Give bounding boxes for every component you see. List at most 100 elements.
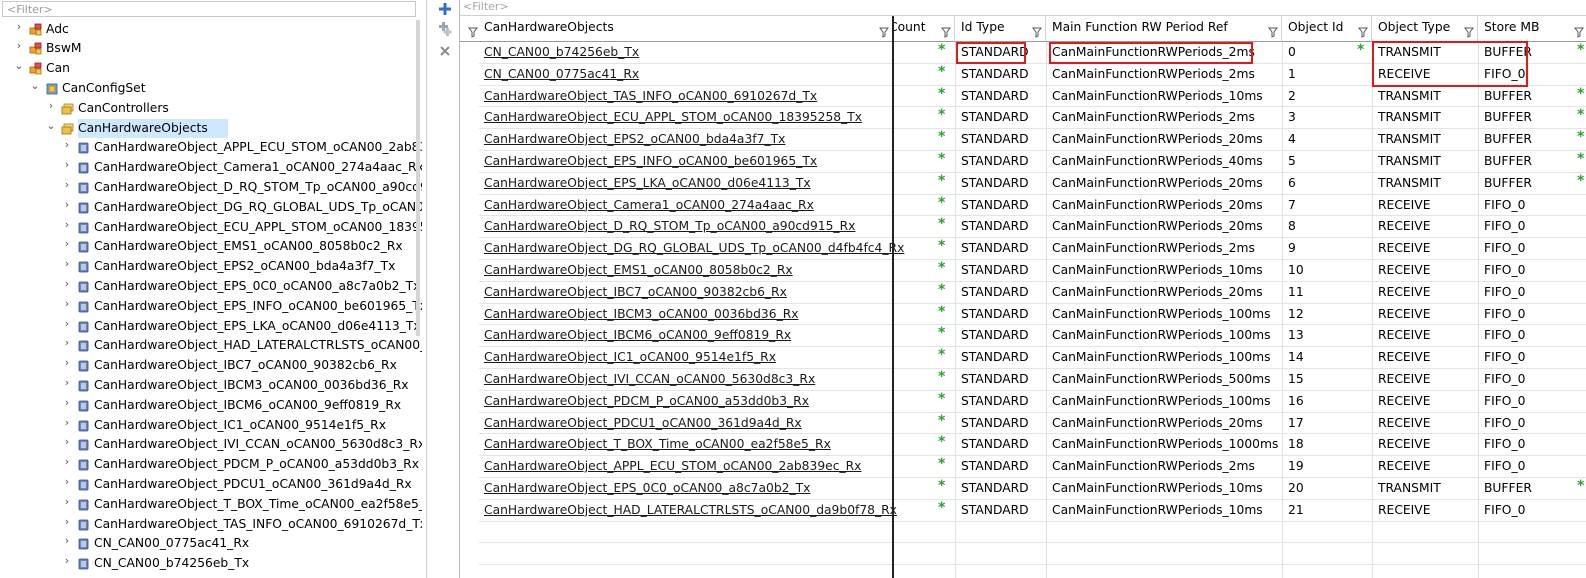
tree-item[interactable]: CN_CAN00_b74256eb_Tx [94, 554, 249, 574]
tree-item[interactable]: CN_CAN00_0775ac41_Rx [94, 534, 249, 554]
filter-funnel-icon[interactable] [1358, 26, 1368, 38]
chevron-right-icon[interactable]: › [62, 198, 72, 211]
table-row[interactable]: CanHardwareObject_Camera1_oCAN00_274a4aa… [460, 195, 1586, 217]
cell-hardware-object-name[interactable]: CanHardwareObject_APPL_ECU_STOM_oCAN00_2… [484, 456, 861, 478]
tree-item[interactable]: CanHardwareObject_T_BOX_Time_oCAN00_ea2f… [94, 495, 422, 515]
column-header-object-type[interactable]: Object Type [1372, 16, 1478, 42]
tree-item[interactable]: CanHardwareObject_EPS_LKA_oCAN00_d06e411… [94, 317, 421, 337]
chevron-right-icon[interactable]: › [62, 178, 72, 191]
table-row[interactable]: CanHardwareObject_DG_RQ_GLOBAL_UDS_Tp_oC… [460, 238, 1586, 260]
delete-icon[interactable] [436, 42, 454, 60]
tree-item[interactable]: CanHardwareObject_EMS1_oCAN00_8058b0c2_R… [94, 237, 403, 257]
table-row[interactable]: CanHardwareObject_HAD_LATERALCTRLSTS_oCA… [460, 500, 1586, 522]
chevron-right-icon[interactable]: › [62, 416, 72, 429]
cell-hardware-object-name[interactable]: CanHardwareObject_EPS_0C0_oCAN00_a8c7a0b… [484, 478, 810, 500]
chevron-right-icon[interactable]: › [62, 336, 72, 349]
cell-hardware-object-name[interactable]: CanHardwareObject_IC1_oCAN00_9514e1f5_Rx [484, 347, 776, 369]
chevron-right-icon[interactable]: › [62, 237, 72, 250]
panel-splitter[interactable] [426, 0, 427, 578]
column-header-name[interactable]: CanHardwareObjects [460, 16, 893, 42]
chevron-right-icon[interactable]: › [62, 297, 72, 310]
tree-item[interactable]: CanHardwareObject_EPS_0C0_oCAN00_a8c7a0b… [94, 277, 420, 297]
cell-hardware-object-name[interactable]: CanHardwareObject_EPS_INFO_oCAN00_be6019… [484, 151, 817, 173]
chevron-right-icon[interactable]: › [62, 257, 72, 270]
tree-item[interactable]: CanHardwareObject_EPS2_oCAN00_bda4a3f7_T… [94, 257, 395, 277]
table-row[interactable]: CanHardwareObject_EPS_LKA_oCAN00_d06e411… [460, 173, 1586, 195]
chevron-right-icon[interactable]: › [62, 534, 72, 547]
cell-hardware-object-name[interactable]: CN_CAN00_b74256eb_Tx [484, 42, 639, 64]
chevron-right-icon[interactable]: › [14, 20, 24, 33]
cell-hardware-object-name[interactable]: CanHardwareObject_HAD_LATERALCTRLSTS_oCA… [484, 500, 897, 522]
tree-filter-input[interactable]: <Filter> [2, 1, 416, 17]
chevron-down-icon[interactable]: ⌄ [46, 119, 56, 132]
tree-item[interactable]: CanHardwareObject_IVI_CCAN_oCAN00_5630d8… [94, 435, 422, 455]
tree-item[interactable]: CanControllers [78, 99, 169, 119]
column-header-object-id[interactable]: Object Id [1282, 16, 1372, 42]
table-row[interactable]: CanHardwareObject_IVI_CCAN_oCAN00_5630d8… [460, 369, 1586, 391]
cell-hardware-object-name[interactable]: CanHardwareObject_TAS_INFO_oCAN00_691026… [484, 86, 817, 108]
filter-funnel-icon[interactable] [1032, 26, 1042, 38]
filter-funnel-icon[interactable] [879, 26, 889, 38]
cell-hardware-object-name[interactable]: CanHardwareObject_IBC7_oCAN00_90382cb6_R… [484, 282, 787, 304]
table-row[interactable]: CanHardwareObject_D_RQ_STOM_Tp_oCAN00_a9… [460, 216, 1586, 238]
chevron-down-icon[interactable]: ⌄ [14, 59, 24, 72]
duplicate-icon[interactable] [436, 20, 454, 38]
cell-hardware-object-name[interactable]: CanHardwareObject_IBCM3_oCAN00_0036bd36_… [484, 304, 799, 326]
filter-funnel-icon[interactable] [468, 26, 478, 38]
grid-filter-input[interactable]: <Filter> [460, 0, 1586, 16]
chevron-right-icon[interactable]: › [62, 158, 72, 171]
tree-item[interactable]: CanHardwareObject_TAS_INFO_oCAN00_691026… [94, 515, 422, 535]
chevron-right-icon[interactable]: › [62, 218, 72, 231]
tree-item[interactable]: CanHardwareObject_IBCM3_oCAN00_0036bd36_… [94, 376, 409, 396]
table-row[interactable]: CanHardwareObject_PDCM_P_oCAN00_a53dd0b3… [460, 391, 1586, 413]
chevron-right-icon[interactable]: › [14, 39, 24, 52]
table-row[interactable]: CanHardwareObject_IBCM3_oCAN00_0036bd36_… [460, 304, 1586, 326]
chevron-right-icon[interactable]: › [62, 356, 72, 369]
tree-item[interactable]: CanHardwareObject_IBCM6_oCAN00_9eff0819_… [94, 396, 401, 416]
tree-item[interactable]: CanHardwareObject_ECU_APPL_STOM_oCAN00_1… [94, 218, 422, 238]
cell-hardware-object-name[interactable]: CanHardwareObject_ECU_APPL_STOM_oCAN00_1… [484, 107, 862, 129]
tree-item[interactable]: CanConfigSet [62, 79, 146, 99]
chevron-right-icon[interactable]: › [62, 376, 72, 389]
chevron-right-icon[interactable]: › [62, 138, 72, 151]
table-row[interactable]: CanHardwareObject_EPS2_oCAN00_bda4a3f7_T… [460, 129, 1586, 151]
chevron-right-icon[interactable]: › [62, 515, 72, 528]
tree-item[interactable]: CanHardwareObjects [78, 118, 228, 139]
chevron-right-icon[interactable]: › [46, 99, 56, 112]
filter-funnel-icon[interactable] [1464, 26, 1474, 38]
tree-item[interactable]: CanHardwareObject_APPL_ECU_STOM_oCAN00_2… [94, 138, 422, 158]
cell-hardware-object-name[interactable]: CanHardwareObject_IBCM6_oCAN00_9eff0819_… [484, 325, 791, 347]
table-row[interactable]: CanHardwareObject_IBC7_oCAN00_90382cb6_R… [460, 282, 1586, 304]
table-row[interactable]: CanHardwareObject_T_BOX_Time_oCAN00_ea2f… [460, 434, 1586, 456]
cell-hardware-object-name[interactable]: CanHardwareObject_IVI_CCAN_oCAN00_5630d8… [484, 369, 815, 391]
table-row[interactable]: CanHardwareObject_EMS1_oCAN00_8058b0c2_R… [460, 260, 1586, 282]
table-row[interactable]: CanHardwareObject_EPS_0C0_oCAN00_a8c7a0b… [460, 478, 1586, 500]
table-row[interactable]: CanHardwareObject_IBCM6_oCAN00_9eff0819_… [460, 325, 1586, 347]
chevron-right-icon[interactable]: › [62, 317, 72, 330]
tree-item[interactable]: CanHardwareObject_EPS_INFO_oCAN00_be6019… [94, 297, 422, 317]
chevron-right-icon[interactable]: › [62, 277, 72, 290]
tree-item[interactable]: CanHardwareObject_D_RQ_STOM_Tp_oCAN00_a9… [94, 178, 422, 198]
chevron-right-icon[interactable]: › [62, 396, 72, 409]
tree-item[interactable]: CanHardwareObject_IC1_oCAN00_9514e1f5_Rx [94, 416, 386, 436]
chevron-right-icon[interactable]: › [62, 495, 72, 508]
cell-hardware-object-name[interactable]: CanHardwareObject_EPS2_oCAN00_bda4a3f7_T… [484, 129, 785, 151]
chevron-down-icon[interactable]: ⌄ [30, 79, 40, 92]
filter-funnel-icon[interactable] [1574, 26, 1584, 38]
cell-hardware-object-name[interactable]: CN_CAN00_0775ac41_Rx [484, 64, 639, 86]
cell-hardware-object-name[interactable]: CanHardwareObject_PDCM_P_oCAN00_a53dd0b3… [484, 391, 809, 413]
tree-item[interactable]: Adc [46, 20, 69, 40]
cell-hardware-object-name[interactable]: CanHardwareObject_EMS1_oCAN00_8058b0c2_R… [484, 260, 793, 282]
cell-hardware-object-name[interactable]: CanHardwareObject_PDCU1_oCAN00_361d9a4d_… [484, 413, 802, 435]
column-header-store-mb[interactable]: Store MB [1478, 16, 1586, 42]
table-row[interactable]: CanHardwareObject_IC1_oCAN00_9514e1f5_Rx… [460, 347, 1586, 369]
chevron-right-icon[interactable]: › [62, 435, 72, 448]
cell-hardware-object-name[interactable]: CanHardwareObject_DG_RQ_GLOBAL_UDS_Tp_oC… [484, 238, 904, 260]
tree-item[interactable]: CanHardwareObject_Camera1_oCAN00_274a4aa… [94, 158, 422, 178]
table-row[interactable]: CanHardwareObject_APPL_ECU_STOM_oCAN00_2… [460, 456, 1586, 478]
table-row[interactable]: CanHardwareObject_TAS_INFO_oCAN00_691026… [460, 86, 1586, 108]
tree-scrollbar[interactable] [416, 20, 420, 336]
column-header-period[interactable]: Main Function RW Period Ref [1046, 16, 1282, 42]
table-row[interactable]: CanHardwareObject_EPS_INFO_oCAN00_be6019… [460, 151, 1586, 173]
tree-item[interactable]: BswM [46, 39, 82, 59]
